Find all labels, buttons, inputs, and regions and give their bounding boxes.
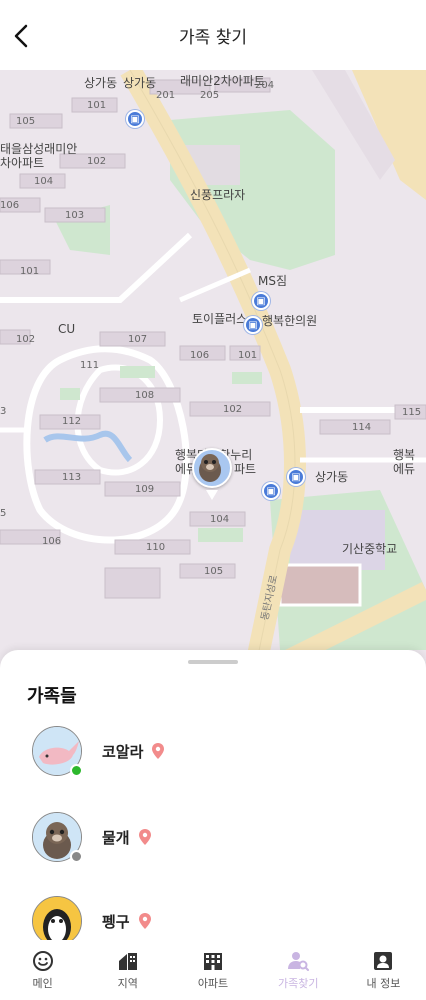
bus-stop-icon[interactable]: ▣ bbox=[244, 316, 262, 334]
building-number: 111 bbox=[80, 360, 100, 371]
map-label-cu: CU bbox=[58, 322, 76, 336]
otter-avatar bbox=[32, 812, 83, 863]
building-number: 113 bbox=[62, 472, 82, 483]
nav-item-region[interactable]: 지역 bbox=[85, 940, 170, 1000]
building-number: 105 bbox=[204, 566, 224, 577]
family-member-item[interactable]: 펭구 bbox=[32, 896, 412, 940]
map-label-clinic: 행복한의원 bbox=[262, 314, 318, 328]
map-label-left-apt-line1: 래미안 bbox=[44, 142, 78, 156]
otter-marker-avatar bbox=[192, 448, 232, 488]
home-region-icon bbox=[118, 952, 137, 970]
nav-label: 가족찾기 bbox=[277, 976, 319, 990]
map-label-center-apt-2b: 파트 bbox=[234, 462, 257, 476]
nav-item-my-info[interactable]: 내 정보 bbox=[341, 940, 426, 1000]
map-label-store1: 상가동 bbox=[84, 76, 118, 90]
location-pin-icon[interactable] bbox=[138, 912, 152, 930]
building-number: 101 bbox=[238, 350, 258, 361]
building-number: 3 bbox=[0, 406, 7, 417]
map-label-store-right: 상가동 bbox=[315, 470, 349, 484]
building-number: 5 bbox=[0, 508, 7, 519]
building-number: 108 bbox=[135, 390, 155, 401]
building-number: 104 bbox=[210, 514, 230, 525]
location-pin-icon[interactable] bbox=[151, 742, 165, 760]
map-label-school: 기산중학교 bbox=[342, 542, 398, 556]
map-background bbox=[0, 70, 426, 670]
building-number: 112 bbox=[62, 416, 82, 427]
building-number: 106 bbox=[0, 200, 20, 211]
bus-stop-icon[interactable]: ▣ bbox=[287, 468, 305, 486]
building-number: 115 bbox=[402, 407, 422, 418]
sheet-drag-handle[interactable] bbox=[188, 660, 238, 664]
building-number: 204 bbox=[255, 80, 275, 91]
map-label-left-apt-line2: 차아파트 bbox=[0, 156, 45, 170]
family-bottom-sheet[interactable]: 가족들 코알라 물개 펭구 bbox=[0, 650, 426, 940]
nav-label: 메인 bbox=[32, 976, 53, 990]
family-location-marker[interactable] bbox=[192, 448, 232, 506]
map-label-toy: 토이플러스 bbox=[192, 312, 248, 326]
family-member-item[interactable]: 물개 bbox=[32, 812, 412, 863]
map-label-shinpoong: 신풍프라자 bbox=[190, 188, 246, 202]
building-number: 102 bbox=[16, 334, 36, 345]
building-number: 106 bbox=[42, 536, 62, 547]
location-pin-icon[interactable] bbox=[138, 828, 152, 846]
nav-label: 아파트 bbox=[197, 976, 229, 990]
building-number: 114 bbox=[352, 422, 372, 433]
map-label-right-apt-2: 에듀 bbox=[393, 462, 416, 476]
whale-avatar bbox=[32, 726, 83, 777]
family-member-item[interactable]: 코알라 bbox=[32, 726, 412, 777]
building-number: 107 bbox=[128, 334, 148, 345]
building-number: 105 bbox=[16, 116, 36, 127]
nav-item-main[interactable]: 메인 bbox=[0, 940, 85, 1000]
family-search-icon bbox=[288, 951, 310, 971]
map-label-raemian: 래미안2차아파트 bbox=[180, 74, 265, 88]
nav-item-apartment[interactable]: 아파트 bbox=[170, 940, 255, 1000]
back-arrow-icon[interactable] bbox=[8, 20, 36, 52]
bus-stop-icon[interactable]: ▣ bbox=[262, 482, 280, 500]
penguin-avatar bbox=[32, 896, 82, 940]
member-name: 펭구 bbox=[102, 912, 130, 931]
map-view[interactable]: 상가동 상가동 래미안2차아파트 태을삼성래미안 차아파트 신풍프라자 MS짐 … bbox=[0, 70, 426, 670]
map-label-store2: 상가동 bbox=[123, 76, 157, 90]
nav-item-family-search[interactable]: 가족찾기 bbox=[256, 940, 341, 1000]
family-finder-screen: 가족 찾기 상가동 상가동 래미안2차아파트 태을삼성래미안 차아파트 신풍프라… bbox=[0, 0, 426, 1000]
apartment-icon bbox=[204, 952, 222, 970]
bus-stop-icon[interactable]: ▣ bbox=[126, 110, 144, 128]
bottom-navigation: 메인 지역 아파트 가족찾기 내 정보 bbox=[0, 940, 426, 1000]
app-header: 가족 찾기 bbox=[0, 0, 426, 70]
member-name: 코알라 bbox=[102, 742, 144, 761]
online-status-dot bbox=[70, 764, 83, 777]
building-number: 205 bbox=[200, 90, 220, 101]
building-number: 103 bbox=[65, 210, 85, 221]
nav-label: 지역 bbox=[117, 976, 138, 990]
building-number: 110 bbox=[146, 542, 166, 553]
building-number: 106 bbox=[190, 350, 210, 361]
building-number: 109 bbox=[135, 484, 155, 495]
page-title: 가족 찾기 bbox=[179, 27, 247, 48]
offline-status-dot bbox=[70, 850, 83, 863]
bus-stop-icon[interactable]: ▣ bbox=[252, 292, 270, 310]
profile-icon bbox=[374, 951, 393, 970]
sheet-title: 가족들 bbox=[27, 686, 77, 707]
smile-icon bbox=[32, 950, 53, 971]
building-number: 101 bbox=[20, 266, 40, 277]
building-number: 104 bbox=[34, 176, 54, 187]
building-number: 102 bbox=[87, 156, 107, 167]
building-number: 201 bbox=[156, 90, 176, 101]
building-number: 102 bbox=[223, 404, 243, 415]
marker-pointer bbox=[206, 490, 218, 500]
nav-label: 내 정보 bbox=[366, 976, 401, 990]
member-name: 물개 bbox=[102, 828, 130, 847]
map-label-ms-gym: MS짐 bbox=[258, 274, 288, 288]
building-number: 101 bbox=[87, 100, 107, 111]
